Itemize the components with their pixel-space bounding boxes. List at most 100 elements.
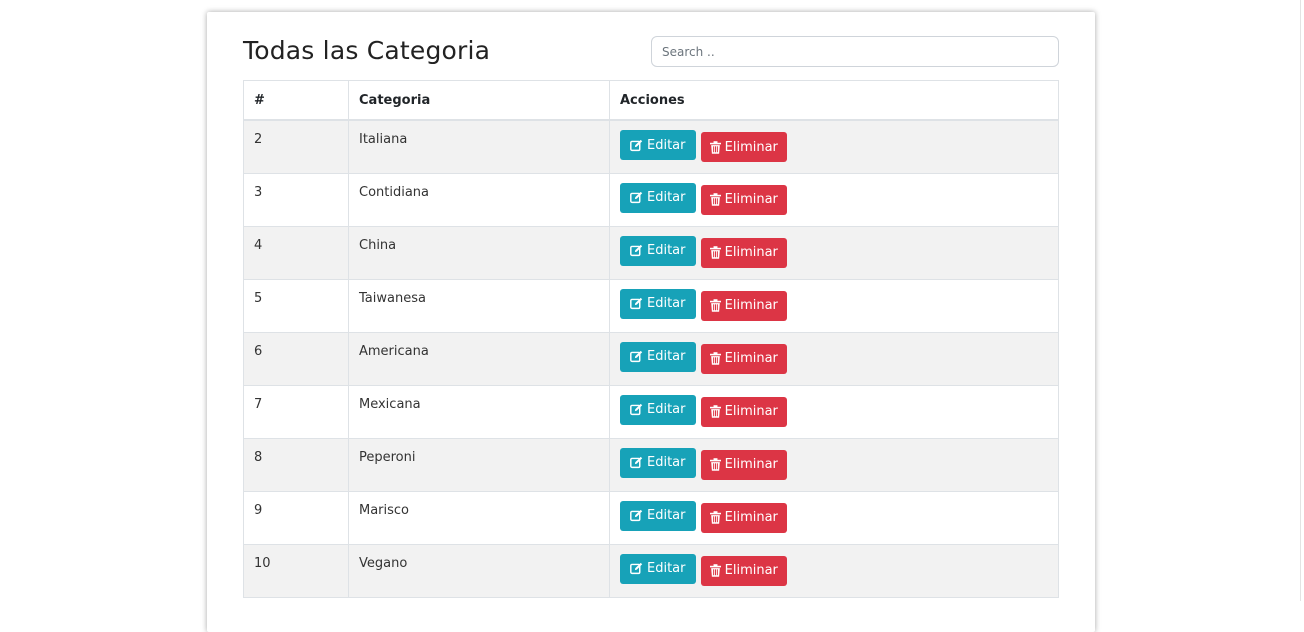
table-header-row: # Categoria Acciones <box>243 80 1059 121</box>
column-header-category: Categoria <box>348 80 610 121</box>
delete-button[interactable]: Eliminar <box>700 502 787 533</box>
cell-category: Italiana <box>348 119 610 174</box>
table-row: 5 Taiwanesa Editar Eliminar <box>243 278 1059 333</box>
edit-button[interactable]: Editar <box>620 130 696 160</box>
cell-category: Mexicana <box>348 384 610 439</box>
edit-button-label: Editar <box>647 190 686 205</box>
delete-button[interactable]: Eliminar <box>700 132 787 162</box>
delete-button[interactable]: Eliminar <box>700 343 787 374</box>
cell-id: 3 <box>243 172 349 227</box>
edit-icon <box>630 191 643 204</box>
edit-button-label: Editar <box>647 296 686 311</box>
edit-icon <box>630 297 643 310</box>
cell-id: 6 <box>243 331 349 386</box>
trash-icon <box>709 352 721 365</box>
cell-id: 8 <box>243 437 349 492</box>
cell-id: 4 <box>243 225 349 280</box>
edit-button[interactable]: Editar <box>620 553 696 584</box>
trash-icon <box>709 193 721 206</box>
table-body: 2 Italiana Editar Eliminar 3 Contidiana … <box>243 119 1059 598</box>
edit-button[interactable]: Editar <box>620 341 696 372</box>
delete-button-label: Eliminar <box>724 245 778 260</box>
cell-id: 7 <box>243 384 349 439</box>
delete-button-label: Eliminar <box>724 457 778 472</box>
edit-icon <box>630 562 643 575</box>
cell-category: Taiwanesa <box>348 278 610 333</box>
cell-actions: Editar Eliminar <box>609 119 1059 174</box>
delete-button[interactable]: Eliminar <box>700 449 787 480</box>
table-row: 8 Peperoni Editar Eliminar <box>243 437 1059 492</box>
cell-category: Americana <box>348 331 610 386</box>
categories-table: # Categoria Acciones 2 Italiana Editar E… <box>243 80 1059 598</box>
delete-button[interactable]: Eliminar <box>700 396 787 427</box>
cell-category: Marisco <box>348 490 610 545</box>
table-row: 3 Contidiana Editar Eliminar <box>243 172 1059 227</box>
cell-category: Vegano <box>348 543 610 598</box>
page-edge-divider <box>1300 0 1301 601</box>
edit-icon <box>630 456 643 469</box>
delete-button[interactable]: Eliminar <box>700 184 787 215</box>
trash-icon <box>709 458 721 471</box>
delete-button[interactable]: Eliminar <box>700 555 787 586</box>
categories-card: Todas las Categoria # Categoria Acciones… <box>207 12 1095 632</box>
edit-button-label: Editar <box>647 508 686 523</box>
cell-actions: Editar Eliminar <box>609 384 1059 439</box>
cell-actions: Editar Eliminar <box>609 331 1059 386</box>
edit-icon <box>630 139 643 152</box>
delete-button-label: Eliminar <box>724 298 778 313</box>
cell-id: 9 <box>243 490 349 545</box>
search-input[interactable] <box>651 36 1059 67</box>
edit-button[interactable]: Editar <box>620 288 696 319</box>
cell-actions: Editar Eliminar <box>609 225 1059 280</box>
delete-button-label: Eliminar <box>724 351 778 366</box>
edit-icon <box>630 403 643 416</box>
edit-button[interactable]: Editar <box>620 182 696 213</box>
trash-icon <box>709 140 721 154</box>
table-row: 6 Americana Editar Eliminar <box>243 331 1059 386</box>
edit-button-label: Editar <box>647 349 686 364</box>
edit-button-label: Editar <box>647 402 686 417</box>
table-row: 4 China Editar Eliminar <box>243 225 1059 280</box>
table-row: 10 Vegano Editar Eliminar <box>243 543 1059 598</box>
cell-id: 5 <box>243 278 349 333</box>
trash-icon <box>709 299 721 312</box>
cell-actions: Editar Eliminar <box>609 490 1059 545</box>
edit-button[interactable]: Editar <box>620 394 696 425</box>
delete-button[interactable]: Eliminar <box>700 237 787 268</box>
cell-category: Peperoni <box>348 437 610 492</box>
delete-button-label: Eliminar <box>724 563 778 578</box>
delete-button[interactable]: Eliminar <box>700 290 787 321</box>
table-row: 7 Mexicana Editar Eliminar <box>243 384 1059 439</box>
table-row: 9 Marisco Editar Eliminar <box>243 490 1059 545</box>
edit-icon <box>630 509 643 522</box>
column-header-actions: Acciones <box>609 80 1059 121</box>
cell-category: Contidiana <box>348 172 610 227</box>
table-row: 2 Italiana Editar Eliminar <box>243 119 1059 174</box>
cell-actions: Editar Eliminar <box>609 172 1059 227</box>
edit-button-label: Editar <box>647 561 686 576</box>
cell-category: China <box>348 225 610 280</box>
trash-icon <box>709 405 721 418</box>
cell-actions: Editar Eliminar <box>609 437 1059 492</box>
trash-icon <box>709 246 721 259</box>
edit-button[interactable]: Editar <box>620 447 696 478</box>
edit-button-label: Editar <box>647 137 686 153</box>
edit-button-label: Editar <box>647 455 686 470</box>
edit-button[interactable]: Editar <box>620 500 696 531</box>
delete-button-label: Eliminar <box>724 404 778 419</box>
edit-icon <box>630 350 643 363</box>
edit-button-label: Editar <box>647 243 686 258</box>
trash-icon <box>709 511 721 524</box>
column-header-id: # <box>243 80 349 121</box>
edit-button[interactable]: Editar <box>620 235 696 266</box>
delete-button-label: Eliminar <box>724 139 778 155</box>
cell-id: 10 <box>243 543 349 598</box>
cell-actions: Editar Eliminar <box>609 278 1059 333</box>
page-title: Todas las Categoria <box>243 36 491 65</box>
cell-id: 2 <box>243 119 349 174</box>
trash-icon <box>709 564 721 577</box>
delete-button-label: Eliminar <box>724 510 778 525</box>
delete-button-label: Eliminar <box>724 192 778 207</box>
cell-actions: Editar Eliminar <box>609 543 1059 598</box>
edit-icon <box>630 244 643 257</box>
